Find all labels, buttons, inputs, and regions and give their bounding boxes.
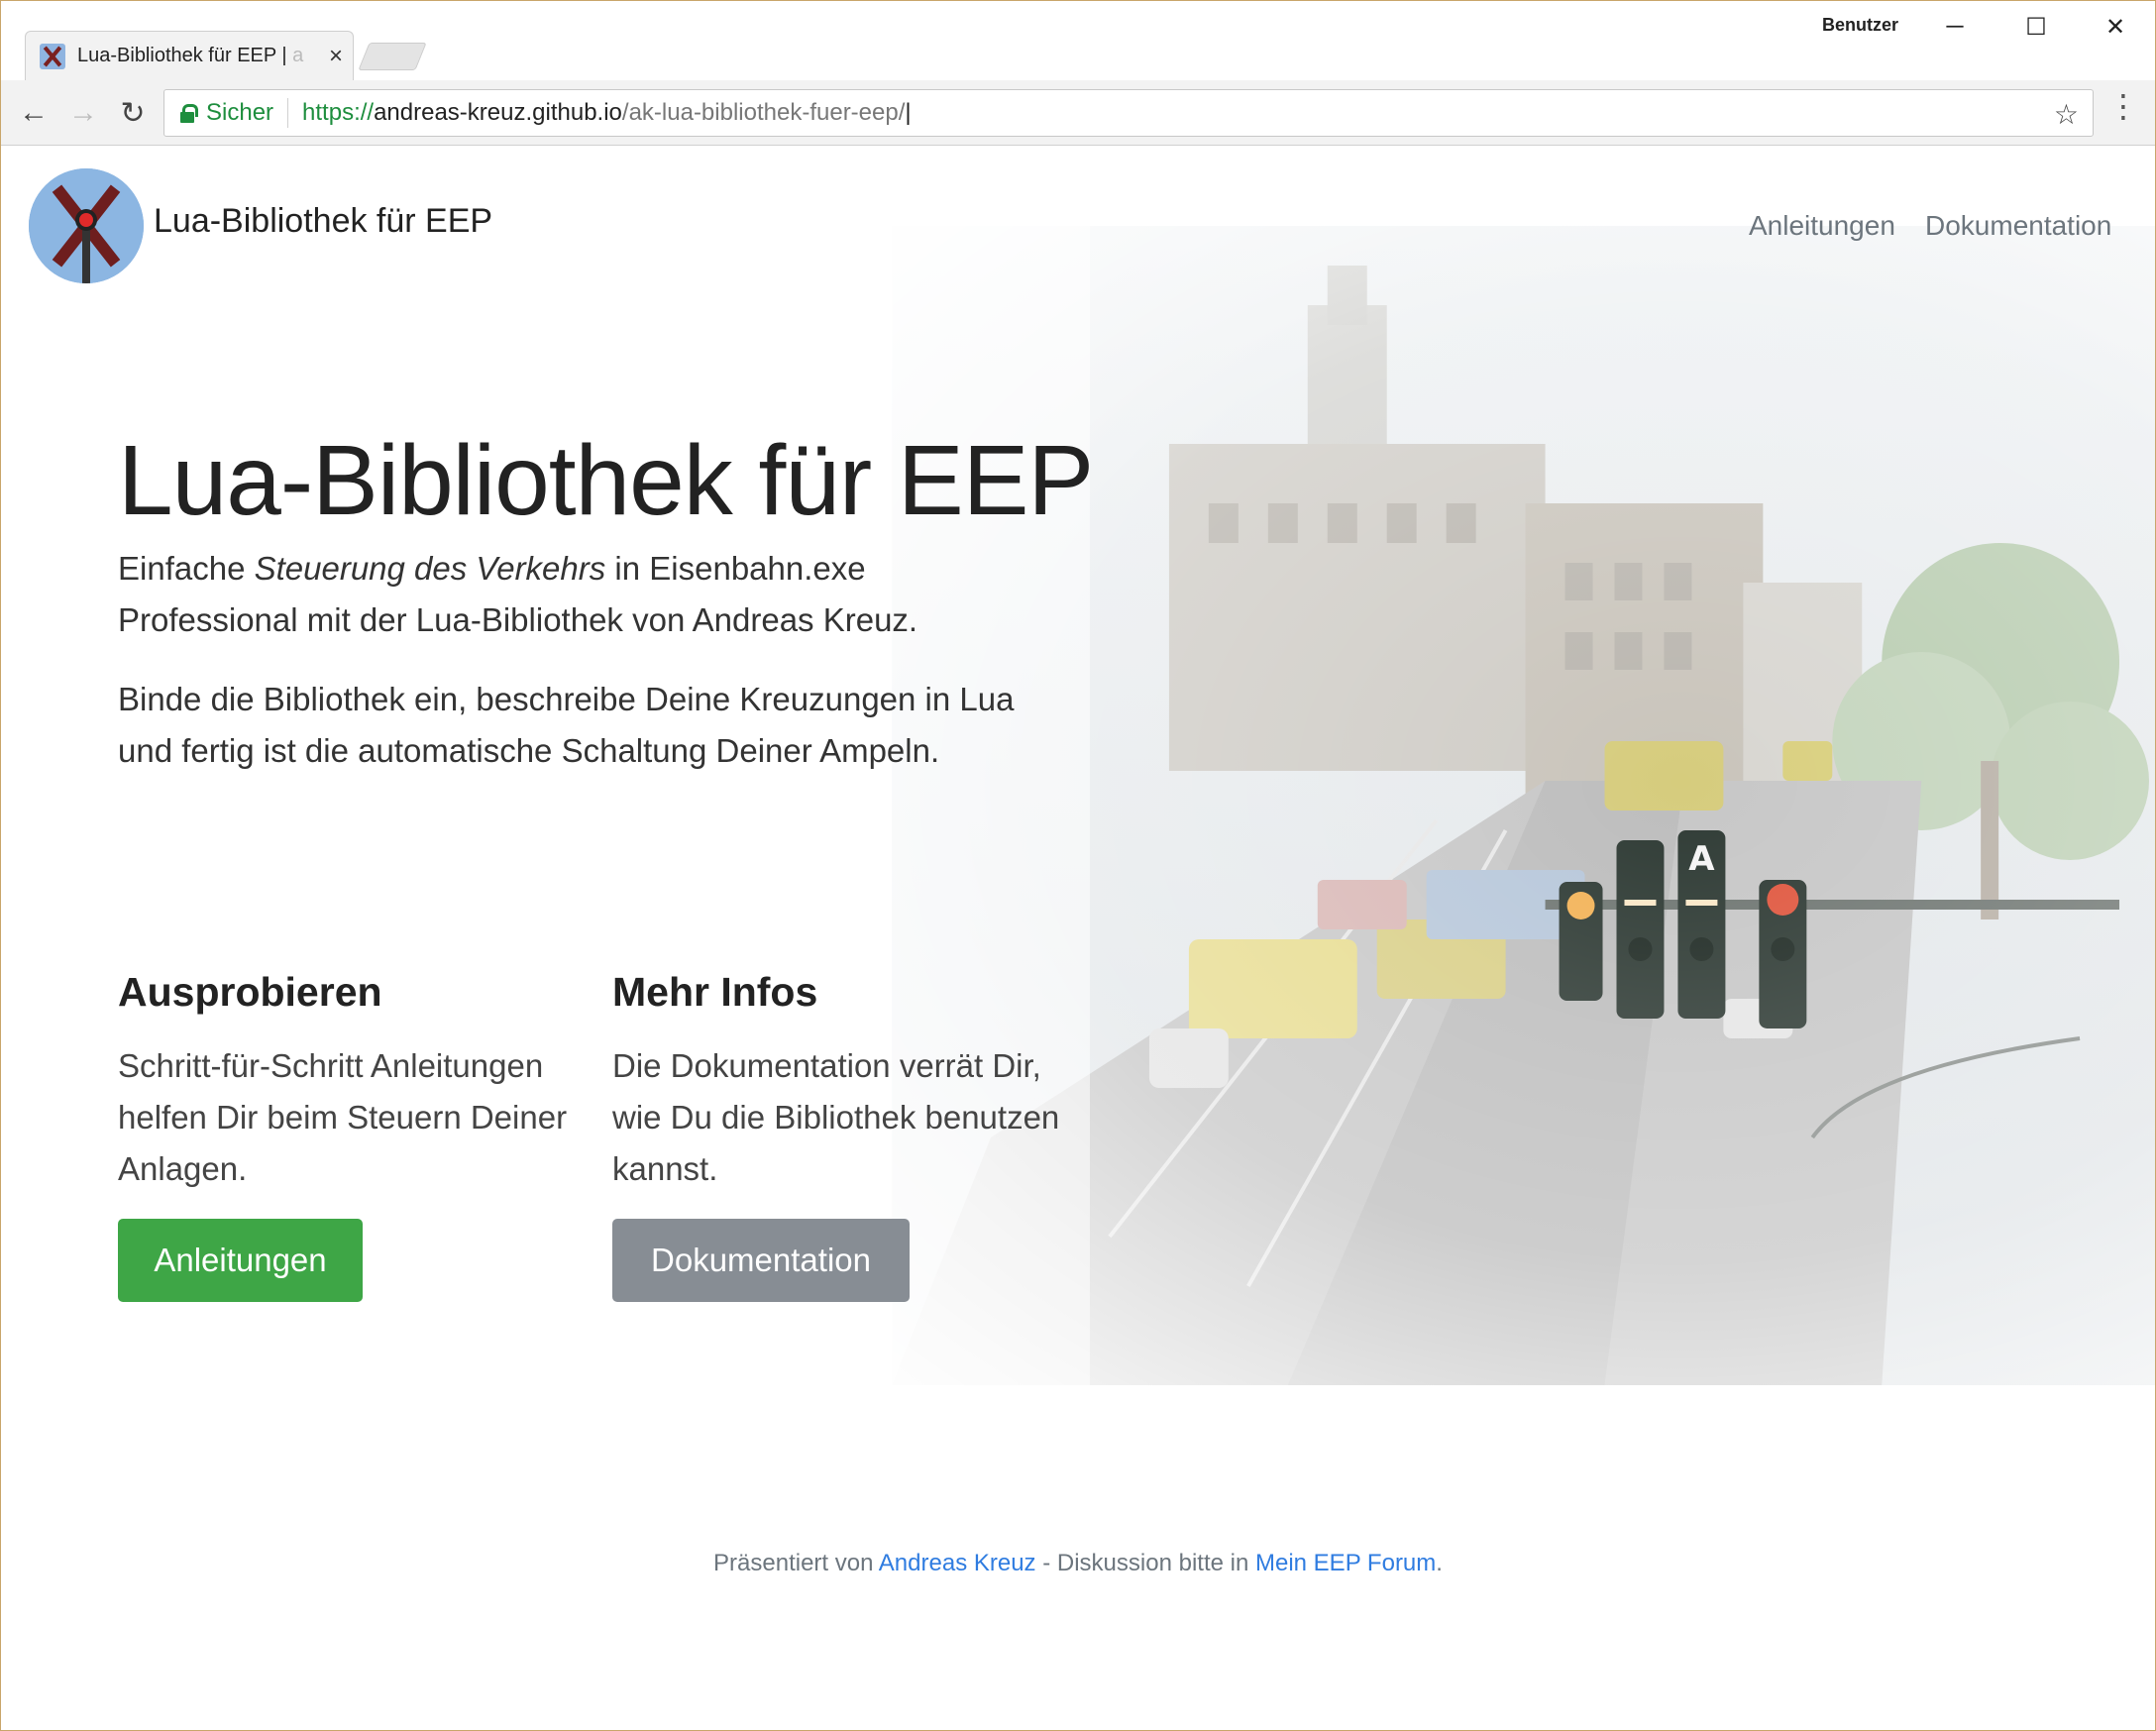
site-logo[interactable] — [29, 168, 144, 283]
browser-tab[interactable]: Lua-Bibliothek für EEP | a × — [25, 31, 354, 80]
nav-link-dokumentation[interactable]: Dokumentation — [1925, 210, 2111, 242]
browser-toolbar: ← → ↻ Sicher https://andreas-kreuz.githu… — [1, 80, 2155, 146]
site-favicon-icon — [40, 43, 65, 69]
author-link[interactable]: Andreas Kreuz — [879, 1550, 1036, 1576]
heading-mehr-infos: Mehr Infos — [612, 969, 818, 1015]
lock-icon — [180, 104, 198, 123]
title-bar: Lua-Bibliothek für EEP | a × Benutzer ─ … — [1, 1, 2155, 80]
secure-label: Sicher — [206, 99, 274, 126]
minimize-button[interactable]: ─ — [1925, 9, 1985, 45]
web-page: A Lua-Bibliothek für EEP Anleitun — [1, 147, 2155, 1730]
site-brand[interactable]: Lua-Bibliothek für EEP — [154, 202, 492, 241]
hero-lead-intro: Einfache Steuerung des Verkehrs in Eisen… — [118, 550, 918, 638]
footer-middle: - Diskussion bitte in — [1035, 1550, 1255, 1576]
footer-prefix: Präsentiert von — [713, 1550, 879, 1576]
bookmark-star-icon[interactable]: ☆ — [2054, 98, 2079, 131]
tab-title: Lua-Bibliothek für EEP | a — [77, 45, 304, 66]
railroad-crossing-icon — [29, 168, 144, 283]
browser-menu-icon[interactable]: ⋮ — [2107, 90, 2139, 122]
tab-close-icon[interactable]: × — [329, 43, 343, 70]
text-mehr-infos: Die Dokumentation verrät Dir, wie Du die… — [612, 1047, 1060, 1187]
profile-label[interactable]: Benutzer — [1822, 15, 1898, 36]
address-bar[interactable]: Sicher https://andreas-kreuz.github.io/a… — [163, 89, 2094, 137]
close-window-button[interactable]: ✕ — [2086, 9, 2145, 45]
hero-lead-description: Binde die Bibliothek ein, beschreibe Dei… — [118, 681, 1015, 769]
nav-link-anleitungen[interactable]: Anleitungen — [1749, 210, 1895, 242]
browser-window: Lua-Bibliothek für EEP | a × Benutzer ─ … — [0, 0, 2156, 1731]
url-text: https://andreas-kreuz.github.io/ak-lua-b… — [302, 99, 912, 126]
anleitungen-button[interactable]: Anleitungen — [118, 1219, 363, 1302]
forward-arrow-icon[interactable]: → — [60, 90, 106, 136]
forum-link[interactable]: Mein EEP Forum — [1255, 1550, 1436, 1576]
hero-title: Lua-Bibliothek für EEP — [118, 425, 1094, 536]
footer: Präsentiert von Andreas Kreuz - Diskussi… — [1, 1550, 2155, 1577]
dokumentation-button[interactable]: Dokumentation — [612, 1219, 910, 1302]
text-ausprobieren: Schritt-für-Schritt Anleitungen helfen D… — [118, 1047, 568, 1187]
maximize-button[interactable]: ☐ — [2006, 9, 2066, 45]
new-tab-button[interactable] — [358, 43, 427, 70]
reload-icon[interactable]: ↻ — [110, 90, 156, 136]
heading-ausprobieren: Ausprobieren — [118, 969, 382, 1015]
omnibox-divider — [287, 98, 289, 128]
footer-suffix: . — [1436, 1550, 1443, 1576]
hero-background-image: A — [1, 147, 2155, 1730]
back-arrow-icon[interactable]: ← — [11, 90, 56, 136]
